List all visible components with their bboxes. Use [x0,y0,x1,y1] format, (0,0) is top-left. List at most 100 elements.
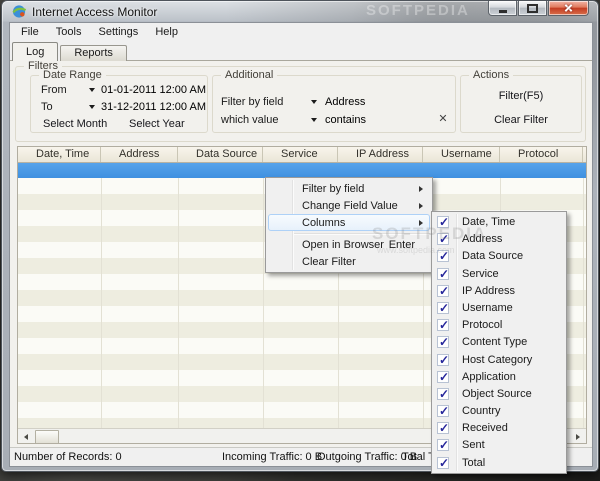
context-menu-item[interactable]: Change Field Value [268,197,430,214]
to-chevron-down-icon[interactable] [89,105,95,109]
column-header[interactable]: Address [101,147,178,162]
close-icon [563,3,574,14]
filter-f5-button[interactable]: Filter(F5) [461,90,581,102]
app-icon [12,4,27,19]
maximize-button[interactable] [518,1,547,16]
menu-bar: File Tools Settings Help [10,23,592,42]
menu-item-label: Columns [302,217,346,229]
window-title: Internet Access Monitor [32,5,158,19]
title-bar[interactable]: Internet Access Monitor [2,1,598,22]
scroll-left-button[interactable] [18,430,34,443]
column-toggle-item[interactable]: Service [432,266,566,283]
from-date-value[interactable]: 01-01-2011 12:00 AM [101,84,206,97]
context-menu-item[interactable]: Filter by field [268,180,430,197]
tab[interactable]: Reports [60,45,127,61]
value-chevron-down-icon[interactable] [311,118,317,122]
menu-item-label: Clear Filter [302,256,356,268]
menubar-item[interactable]: Settings [92,23,146,42]
menubar-item[interactable]: File [14,23,46,42]
filter-by-field-label: Filter by field [221,96,284,108]
column-toggle-label: IP Address [462,284,515,297]
check-icon[interactable] [437,387,449,401]
field-chevron-down-icon[interactable] [311,100,317,104]
context-menu-item[interactable]: Clear Filter [268,253,430,270]
scroll-right-button[interactable] [570,430,586,443]
column-gridline [583,178,584,430]
to-date-value[interactable]: 31-12-2011 12:00 AM [101,101,206,114]
column-header[interactable]: Date, Time [18,147,101,162]
tab-bar: Log Reports [12,42,129,61]
filter-condition-value[interactable]: contains [325,114,366,127]
check-icon[interactable] [437,267,449,281]
column-toggle-label: Username [462,301,513,314]
column-header[interactable]: IP Address [338,147,423,162]
column-toggle-label: Data Source [462,250,524,263]
check-icon[interactable] [437,404,449,418]
selected-row[interactable] [18,163,586,178]
minimize-button[interactable] [488,1,517,16]
softpedia-watermark-url: www.softpedia.com [377,245,455,255]
menubar-item[interactable]: Tools [49,23,89,42]
column-toggle-label: Received [462,422,508,435]
actions-groupbox: Actions Filter(F5) Clear Filter [460,69,582,133]
tab-label: Log [26,46,45,58]
scrollbar-thumb[interactable] [35,430,59,443]
column-gridline [101,178,102,430]
check-icon[interactable] [437,456,449,470]
minimize-icon [498,9,507,13]
menu-item-label: Filter by field [302,183,365,195]
column-toggle-item[interactable]: Content Type [432,334,566,351]
menubar-item[interactable]: Help [148,23,185,42]
records-count: Number of Records: 0 [14,451,122,463]
column-toggle-item[interactable]: Object Source [432,386,566,403]
column-gridline [263,178,264,430]
from-label: From [41,84,67,96]
check-icon[interactable] [437,370,449,384]
select-year-link[interactable]: Select Year [129,118,185,131]
column-header[interactable]: Username [423,147,500,162]
column-toggle-item[interactable]: IP Address [432,283,566,300]
check-icon[interactable] [437,301,449,315]
column-header[interactable]: Service [263,147,338,162]
window-controls [488,1,589,16]
column-gridline [178,178,179,430]
check-icon[interactable] [437,421,449,435]
tab-label: Reports [74,47,113,59]
column-toggle-item[interactable]: Protocol [432,317,566,334]
date-range-group-label: Date Range [39,69,106,82]
column-header[interactable]: Data Source [178,147,263,162]
additional-groupbox: Additional Filter by field Address which… [212,69,456,133]
column-toggle-item[interactable]: Application [432,369,566,386]
menu-item-label: Change Field Value [302,200,398,212]
filter-field-value[interactable]: Address [325,96,365,109]
column-toggle-item[interactable]: Total [432,455,566,472]
column-toggle-label: Application [462,370,516,383]
softpedia-watermark-title: SOFTPEDIA [366,2,470,19]
which-value-label: which value [221,114,279,126]
column-toggle-item[interactable]: Host Category [432,352,566,369]
column-toggle-label: Sent [462,439,485,452]
column-header[interactable]: Content Type [583,147,586,162]
check-icon[interactable] [437,284,449,298]
check-icon[interactable] [437,335,449,349]
clear-value-x-icon[interactable] [437,113,449,125]
from-chevron-down-icon[interactable] [89,88,95,92]
actions-group-label: Actions [469,69,514,82]
softpedia-watermark-body: SOFTPEDIA [372,224,488,243]
column-toggle-item[interactable]: Sent [432,437,566,454]
column-toggle-label: Host Category [462,353,533,366]
clear-filter-button[interactable]: Clear Filter [461,114,581,126]
incoming-traffic: Incoming Traffic: 0 B [222,451,323,463]
column-toggle-label: Object Source [462,387,532,400]
select-month-link[interactable]: Select Month [43,118,107,131]
tab[interactable]: Log [12,42,59,61]
date-range-groupbox: Date Range From 01-01-2011 12:00 AM To 3… [30,69,208,133]
check-icon[interactable] [437,318,449,332]
column-toggle-item[interactable]: Country [432,403,566,420]
column-header[interactable]: Protocol [500,147,583,162]
close-button[interactable] [548,1,589,16]
check-icon[interactable] [437,353,449,367]
column-toggle-item[interactable]: Username [432,300,566,317]
column-toggle-item[interactable]: Received [432,420,566,437]
check-icon[interactable] [437,438,449,452]
